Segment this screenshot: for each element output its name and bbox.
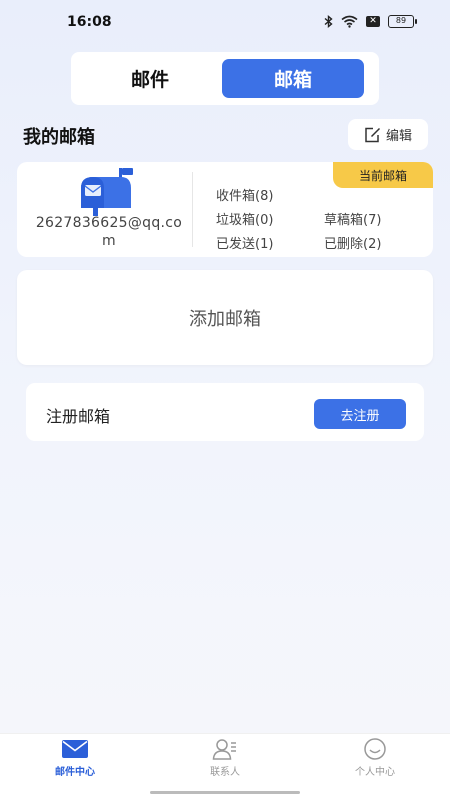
nav-personal-center[interactable]: 个人中心	[330, 738, 420, 778]
register-button[interactable]: 去注册	[314, 399, 406, 429]
nav-personal-center-label: 个人中心	[355, 767, 395, 778]
add-mailbox-label: 添加邮箱	[189, 308, 261, 330]
tab-mail[interactable]: 邮件	[79, 59, 221, 98]
nav-contacts[interactable]: 联系人	[180, 738, 270, 778]
contacts-icon	[212, 739, 236, 760]
register-card: 注册邮箱 去注册	[26, 383, 424, 441]
nav-mail-center-label: 邮件中心	[55, 767, 95, 778]
tab-mailbox[interactable]: 邮箱	[222, 59, 364, 98]
nav-contacts-label: 联系人	[210, 767, 240, 778]
edit-button[interactable]: 编辑	[348, 119, 428, 150]
mailbox-address: 2627836625@qq.com	[35, 215, 183, 249]
sent-link[interactable]: 已发送(1)	[216, 233, 273, 252]
smile-icon	[364, 738, 386, 760]
bottom-nav: 邮件中心 联系人 个人中心	[0, 733, 450, 785]
mail-icon	[62, 740, 88, 758]
current-mailbox-badge: 当前邮箱	[333, 162, 433, 188]
register-label: 注册邮箱	[46, 407, 111, 426]
trash-link[interactable]: 垃圾箱(0)	[216, 209, 273, 228]
add-mailbox-button[interactable]: 添加邮箱	[17, 270, 433, 365]
wifi-icon	[341, 15, 358, 28]
home-indicator[interactable]	[150, 791, 300, 794]
card-divider	[192, 172, 193, 247]
status-bar: 16:08 ✕ 89	[0, 0, 450, 44]
battery-icon: 89	[388, 15, 417, 28]
edit-label: 编辑	[385, 129, 412, 144]
mailbox-icon	[81, 168, 133, 216]
edit-icon	[365, 127, 381, 142]
top-tabs: 邮件 邮箱	[71, 52, 379, 105]
status-time: 16:08	[67, 14, 112, 30]
home-indicator-area	[0, 785, 450, 800]
drafts-link[interactable]: 草稿箱(7)	[324, 209, 381, 228]
nav-mail-center[interactable]: 邮件中心	[30, 738, 120, 778]
bluetooth-icon	[324, 15, 333, 28]
inbox-link[interactable]: 收件箱(8)	[216, 185, 273, 204]
current-mailbox-card[interactable]: 当前邮箱 2627836625@qq.com 收件箱(8) 垃圾箱(0) 草稿箱…	[17, 162, 433, 257]
no-sim-icon: ✕	[366, 16, 380, 27]
deleted-link[interactable]: 已删除(2)	[324, 233, 381, 252]
status-icons: ✕ 89	[324, 15, 417, 28]
section-title: 我的邮箱	[23, 127, 95, 148]
